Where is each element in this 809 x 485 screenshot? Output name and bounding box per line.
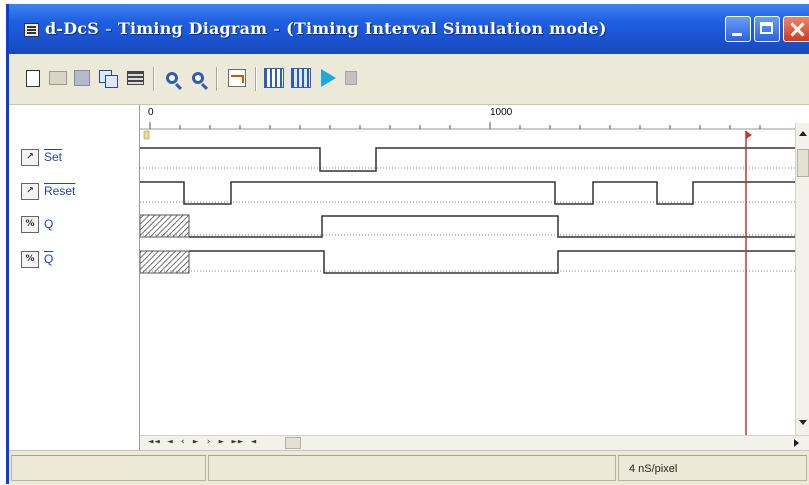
title-bar[interactable]: d-DcS - Timing Diagram - (Timing Interval Si… (9, 4, 809, 54)
minimize-button[interactable] (725, 16, 751, 42)
signal-row-q[interactable]: % Q (21, 214, 53, 234)
vertical-scroll-thumb[interactable] (797, 149, 809, 177)
zoom-out-button[interactable] (187, 67, 209, 89)
toolbar-separator (153, 67, 154, 91)
waveform-icon (228, 69, 246, 87)
signal-row-set[interactable]: ↗ Set (21, 147, 62, 167)
scroll-right-icon[interactable] (794, 439, 799, 447)
diagram-pane: ↗ Set ↗ Reset % Q % Q 0 1000 ◄◄ ◄ ‹ ► › … (9, 105, 809, 451)
signal-name-set: Set (44, 150, 63, 164)
signal-row-reset[interactable]: ↗ Reset (21, 181, 75, 201)
edge-highlight-button[interactable] (290, 67, 312, 89)
edge-highlight-icon (291, 68, 311, 88)
title-app: d-DcS (45, 19, 99, 38)
list-icon (126, 71, 144, 85)
signal-name-q: Q (44, 217, 54, 231)
signal-names-panel: ↗ Set ↗ Reset % Q % Q (9, 105, 140, 450)
run-button[interactable] (317, 67, 339, 89)
stop-button[interactable] (340, 67, 362, 89)
vertical-scrollbar[interactable] (795, 123, 809, 435)
wave-reset[interactable] (140, 181, 795, 205)
new-icon (26, 69, 40, 87)
q-bar-undefined-region (140, 250, 190, 274)
input-signal-icon: ↗ (21, 148, 39, 166)
edge-icon (264, 68, 284, 88)
horizontal-scroll-thumb[interactable] (285, 437, 301, 449)
wave-q-bar[interactable] (189, 250, 795, 274)
zoom-out-icon (192, 72, 204, 84)
signal-row-q-bar[interactable]: % Q (21, 249, 53, 269)
run-icon (320, 69, 336, 87)
row-guides (140, 167, 800, 272)
wave-q[interactable] (189, 215, 795, 238)
toolbar-separator (255, 67, 256, 91)
stop-icon (345, 71, 357, 85)
scroll-up-icon[interactable] (799, 131, 807, 136)
close-button[interactable] (783, 16, 809, 42)
title-mode: (Timing Interval Simulation mode) (286, 19, 607, 38)
open-button[interactable] (47, 67, 69, 89)
window-title: d-DcS - Timing Diagram - (Timing Interval Si… (45, 19, 607, 38)
scroll-down-icon[interactable] (799, 420, 807, 425)
horizontal-scrollbar[interactable]: ◄◄ ◄ ‹ ► › ► ►► ◄ (140, 435, 809, 451)
title-view: Timing Diagram (117, 19, 268, 38)
output-signal-icon: % (21, 250, 39, 268)
status-bar: 4 nS/pixel (9, 450, 809, 485)
navigation-buttons[interactable]: ◄◄ ◄ ‹ ► › ► ►► ◄ (148, 437, 257, 447)
signal-name-reset: Reset (44, 184, 76, 198)
timing-diagram-window: d-DcS - Timing Diagram - (Timing Interval Si… (6, 4, 809, 485)
toolbar-separator (216, 67, 217, 91)
q-undefined-region (140, 214, 190, 238)
time-scale-status: 4 nS/pixel (629, 463, 678, 475)
edge-button[interactable] (263, 67, 285, 89)
maximize-button[interactable] (754, 16, 780, 42)
list-button[interactable] (124, 67, 146, 89)
new-button[interactable] (22, 67, 44, 89)
zoom-in-icon (166, 72, 178, 84)
ruler-ticks (140, 122, 795, 130)
save-icon (74, 70, 90, 86)
output-signal-icon: % (21, 215, 39, 233)
save-button[interactable] (71, 67, 93, 89)
signal-name-q-bar: Q (44, 252, 54, 266)
input-signal-icon: ↗ (21, 182, 39, 200)
waveform-area[interactable] (140, 105, 809, 435)
cursor-marker[interactable] (746, 131, 752, 139)
copy-button[interactable] (97, 67, 119, 89)
status-segment (11, 455, 206, 481)
copy-icon (99, 70, 118, 88)
status-segment (208, 455, 616, 481)
start-marker[interactable] (143, 130, 150, 140)
toolbar (9, 54, 809, 105)
open-icon (49, 71, 67, 85)
zoom-in-button[interactable] (161, 67, 183, 89)
app-icon[interactable] (24, 23, 39, 37)
waveform-button[interactable] (226, 67, 248, 89)
